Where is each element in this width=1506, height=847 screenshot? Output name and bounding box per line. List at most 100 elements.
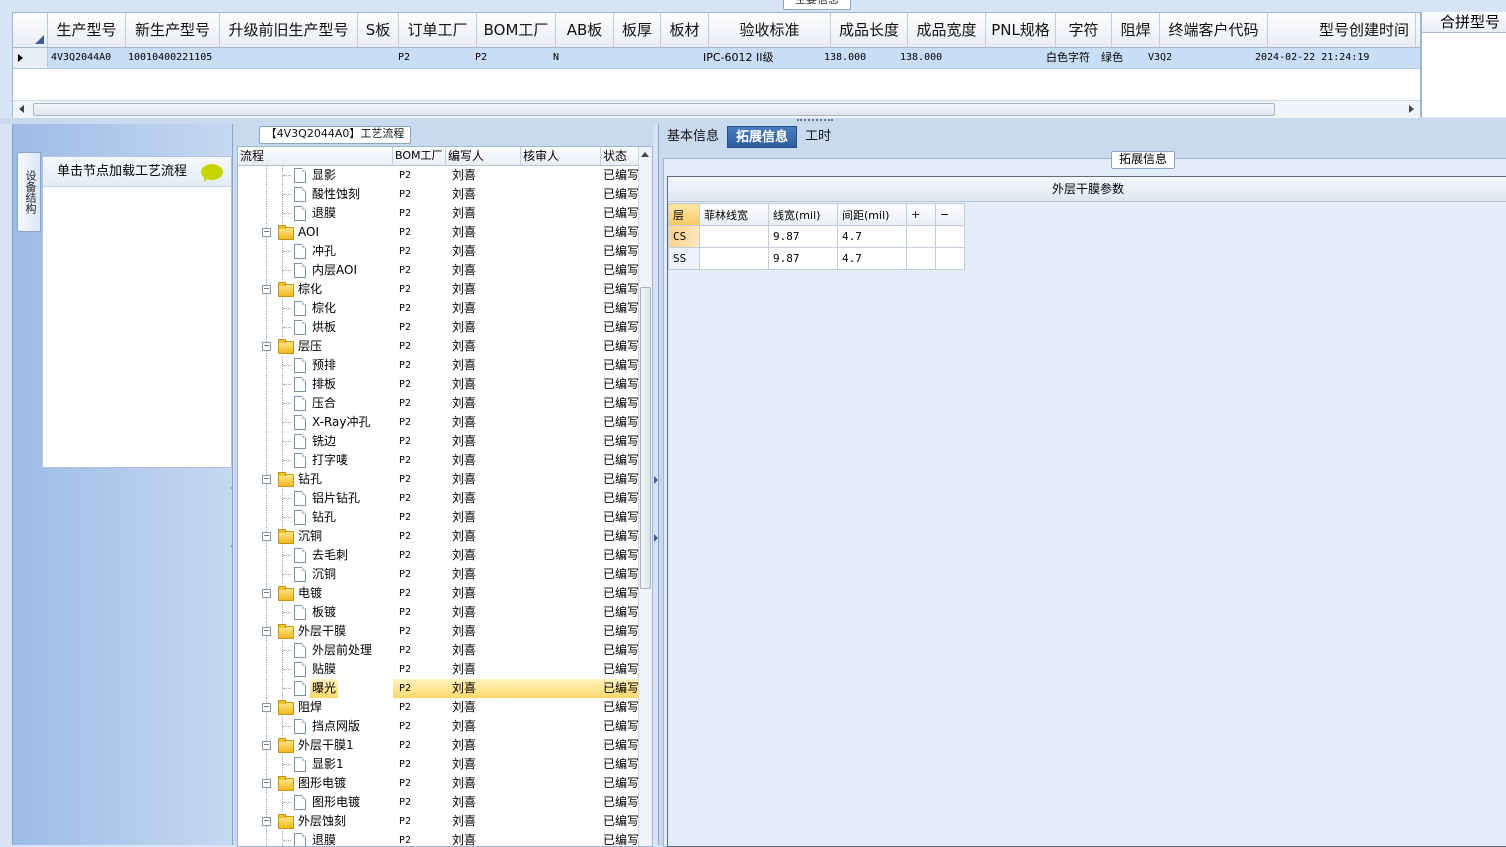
tree-cell-bom[interactable]: P2 bbox=[393, 394, 446, 413]
tree-cell-writer[interactable]: 刘喜 bbox=[446, 432, 521, 451]
tree-cell-reviewer[interactable] bbox=[521, 717, 601, 736]
cell-new-production-model[interactable]: 10010400221105 bbox=[125, 48, 218, 68]
tree-cell-bom[interactable]: P2 bbox=[393, 337, 446, 356]
cell-finished-length[interactable]: 138.000 bbox=[821, 48, 897, 68]
tree-cell-bom[interactable]: P2 bbox=[393, 356, 446, 375]
collapse-node-icon[interactable]: − bbox=[262, 228, 271, 237]
tree-cell-reviewer[interactable] bbox=[521, 356, 601, 375]
collapse-right-icon[interactable] bbox=[654, 476, 658, 484]
tree-cell-reviewer[interactable] bbox=[521, 223, 601, 242]
tree-cell-status[interactable]: 已编写 bbox=[601, 337, 638, 356]
tree-cell-status[interactable]: 已编写 bbox=[601, 356, 638, 375]
tree-cell-bom[interactable]: P2 bbox=[393, 489, 446, 508]
tree-cell-bom[interactable]: P2 bbox=[393, 432, 446, 451]
tree-cell-writer[interactable]: 刘喜 bbox=[446, 261, 521, 280]
tree-node[interactable]: 排板 bbox=[238, 375, 393, 394]
tree-scroll-thumb[interactable] bbox=[640, 287, 651, 589]
col-status[interactable]: 状态 bbox=[601, 147, 638, 165]
tree-cell-reviewer[interactable] bbox=[521, 204, 601, 223]
tree-cell-bom[interactable]: P2 bbox=[393, 546, 446, 565]
col-line-width[interactable]: 线宽(mil) bbox=[768, 203, 838, 226]
tree-row[interactable]: − 钻孔 P2 刘喜 已编写 bbox=[238, 470, 638, 489]
col-acceptance-standard[interactable]: 验收标准 bbox=[709, 13, 831, 47]
tree-row[interactable]: 显影 P2 刘喜 已编写 bbox=[238, 166, 638, 185]
tree-cell-reviewer[interactable] bbox=[521, 394, 601, 413]
collapse-node-icon[interactable]: − bbox=[262, 342, 271, 351]
collapse-node-icon[interactable]: − bbox=[262, 741, 271, 750]
col-production-model[interactable]: 生产型号 bbox=[48, 13, 126, 47]
tree-node[interactable]: 外层前处理 bbox=[238, 641, 393, 660]
scroll-left-icon[interactable] bbox=[19, 105, 24, 113]
tree-node[interactable]: − 外层干膜1 bbox=[238, 736, 393, 755]
tree-cell-writer[interactable]: 刘喜 bbox=[446, 280, 521, 299]
tree-cell-status[interactable]: 已编写 bbox=[601, 660, 638, 679]
tree-cell-reviewer[interactable] bbox=[521, 451, 601, 470]
tree-cell-status[interactable]: 已编写 bbox=[601, 736, 638, 755]
tree-cell-bom[interactable]: P2 bbox=[393, 584, 446, 603]
tree-cell-reviewer[interactable] bbox=[521, 527, 601, 546]
tree-node[interactable]: 压合 bbox=[238, 394, 393, 413]
tree-cell-status[interactable]: 已编写 bbox=[601, 812, 638, 831]
grid-corner[interactable] bbox=[13, 13, 48, 47]
cell-board-thickness[interactable] bbox=[607, 48, 653, 68]
tree-node[interactable]: − 沉铜 bbox=[238, 527, 393, 546]
cell-spacing[interactable]: 4.7 bbox=[837, 225, 907, 248]
tree-cell-status[interactable]: 已编写 bbox=[601, 261, 638, 280]
tree-node[interactable]: 棕化 bbox=[238, 299, 393, 318]
tree-row[interactable]: 板镀 P2 刘喜 已编写 bbox=[238, 603, 638, 622]
tree-row[interactable]: − 沉铜 P2 刘喜 已编写 bbox=[238, 527, 638, 546]
collapse-node-icon[interactable]: − bbox=[262, 532, 271, 541]
cell-remove[interactable] bbox=[935, 225, 965, 248]
tree-row[interactable]: − 阻焊 P2 刘喜 已编写 bbox=[238, 698, 638, 717]
col-layer[interactable]: 层 bbox=[668, 203, 700, 226]
merged-model-header[interactable]: 合拼型号 bbox=[1422, 12, 1506, 33]
tree-node[interactable]: − 图形电镀 bbox=[238, 774, 393, 793]
tree-node[interactable]: 烘板 bbox=[238, 318, 393, 337]
collapse-node-icon[interactable]: − bbox=[262, 817, 271, 826]
tree-cell-bom[interactable]: P2 bbox=[393, 223, 446, 242]
col-customer-code[interactable]: 终端客户代码 bbox=[1160, 13, 1268, 47]
collapse-right-icon-2[interactable] bbox=[654, 534, 658, 542]
tree-cell-status[interactable]: 已编写 bbox=[601, 774, 638, 793]
collapse-node-icon[interactable]: − bbox=[262, 475, 271, 484]
tree-cell-writer[interactable]: 刘喜 bbox=[446, 679, 521, 698]
col-order-factory[interactable]: 订单工厂 bbox=[399, 13, 477, 47]
col-writer[interactable]: 编写人 bbox=[446, 147, 521, 165]
tree-cell-writer[interactable]: 刘喜 bbox=[446, 565, 521, 584]
tree-cell-writer[interactable]: 刘喜 bbox=[446, 584, 521, 603]
collapse-node-icon[interactable]: − bbox=[262, 589, 271, 598]
collapse-node-icon[interactable]: − bbox=[262, 703, 271, 712]
tree-cell-status[interactable]: 已编写 bbox=[601, 698, 638, 717]
cell-ab-board[interactable]: N bbox=[550, 48, 607, 68]
tree-node[interactable]: − 外层蚀刻 bbox=[238, 812, 393, 831]
tree-cell-writer[interactable]: 刘喜 bbox=[446, 375, 521, 394]
tree-cell-reviewer[interactable] bbox=[521, 489, 601, 508]
tree-row[interactable]: 曝光 P2 刘喜 已编写 bbox=[238, 679, 638, 698]
tree-row[interactable]: − AOI P2 刘喜 已编写 bbox=[238, 223, 638, 242]
col-ab-board[interactable]: AB板 bbox=[556, 13, 614, 47]
tree-row[interactable]: − 层压 P2 刘喜 已编写 bbox=[238, 337, 638, 356]
tree-cell-bom[interactable]: P2 bbox=[393, 679, 446, 698]
tree-cell-reviewer[interactable] bbox=[521, 793, 601, 812]
tree-row[interactable]: − 棕化 P2 刘喜 已编写 bbox=[238, 280, 638, 299]
tree-cell-writer[interactable]: 刘喜 bbox=[446, 318, 521, 337]
tree-cell-reviewer[interactable] bbox=[521, 242, 601, 261]
tree-cell-bom[interactable]: P2 bbox=[393, 736, 446, 755]
tree-row[interactable]: 冲孔 P2 刘喜 已编写 bbox=[238, 242, 638, 261]
tree-node[interactable]: 铝片钻孔 bbox=[238, 489, 393, 508]
cell-line-width[interactable]: 9.87 bbox=[768, 225, 838, 248]
col-tree-bom[interactable]: BOM工厂 bbox=[393, 147, 446, 165]
tree-cell-writer[interactable]: 刘喜 bbox=[446, 774, 521, 793]
tree-cell-reviewer[interactable] bbox=[521, 812, 601, 831]
tree-cell-reviewer[interactable] bbox=[521, 299, 601, 318]
tree-cell-bom[interactable]: P2 bbox=[393, 375, 446, 394]
tree-cell-reviewer[interactable] bbox=[521, 641, 601, 660]
tree-node[interactable]: 挡点网版 bbox=[238, 717, 393, 736]
tree-cell-status[interactable]: 已编写 bbox=[601, 242, 638, 261]
tree-cell-bom[interactable]: P2 bbox=[393, 755, 446, 774]
tree-cell-bom[interactable]: P2 bbox=[393, 204, 446, 223]
tree-cell-status[interactable]: 已编写 bbox=[601, 641, 638, 660]
tree-node[interactable]: 冲孔 bbox=[238, 242, 393, 261]
device-structure-tab[interactable]: 设备结构 bbox=[17, 152, 41, 232]
tree-node[interactable]: 贴膜 bbox=[238, 660, 393, 679]
